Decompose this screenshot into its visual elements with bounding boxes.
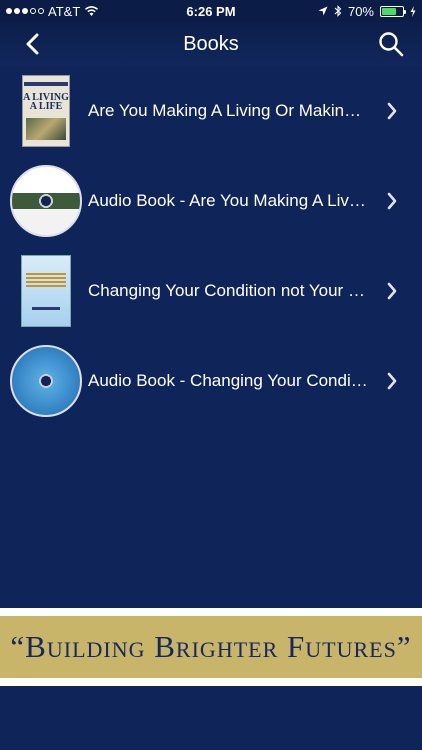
audio-disc-thumbnail [10,165,82,237]
book-cover-text: A LIVING A LIFE [23,91,69,112]
wifi-icon [85,6,99,16]
status-right: 70% [318,4,416,19]
banner-border-top [0,608,422,616]
charging-bolt-icon [410,5,416,17]
status-left: AT&T [6,4,99,19]
navigation-bar: Books [0,22,422,66]
chevron-right-icon [387,282,397,300]
search-button[interactable] [376,29,406,59]
book-list: A LIVING A LIFE Are You Making A Living … [0,66,422,426]
banner-border-bottom [0,678,422,686]
book-title: Audio Book - Changing Your Condition not… [88,371,368,390]
signal-dots-icon [6,8,44,14]
book-cover-thumbnail [10,255,82,327]
book-list-item[interactable]: Audio Book - Are You Making A Living Or … [0,156,422,246]
back-button[interactable] [18,30,46,58]
audio-disc-thumbnail [10,345,82,417]
chevron-right-icon [387,192,397,210]
book-list-item[interactable]: Changing Your Condition not Your Positio… [0,246,422,336]
back-chevron-icon [26,33,39,55]
book-title: Audio Book - Are You Making A Living Or … [88,191,368,210]
slogan-banner: “Building Brighter Futures” [0,616,422,678]
search-icon [379,32,404,57]
battery-icon [380,5,406,17]
slogan-text: “Building Brighter Futures” [10,629,412,664]
carrier-label: AT&T [48,3,81,19]
location-arrow-icon [318,6,328,16]
battery-level-fill [382,7,396,15]
book-cover-thumbnail: A LIVING A LIFE [10,75,82,147]
status-bar: AT&T 6:26 PM 70% [0,0,422,22]
book-title: Are You Making A Living Or Making A Life [88,101,368,120]
book-list-item[interactable]: Audio Book - Changing Your Condition not… [0,336,422,426]
chevron-right-icon [387,102,397,120]
book-list-item[interactable]: A LIVING A LIFE Are You Making A Living … [0,66,422,156]
battery-percent: 70% [347,3,374,19]
chevron-right-icon [387,372,397,390]
bluetooth-icon [334,5,342,17]
page-title: Books [183,32,239,55]
book-title: Changing Your Condition not Your Positio… [88,281,368,300]
